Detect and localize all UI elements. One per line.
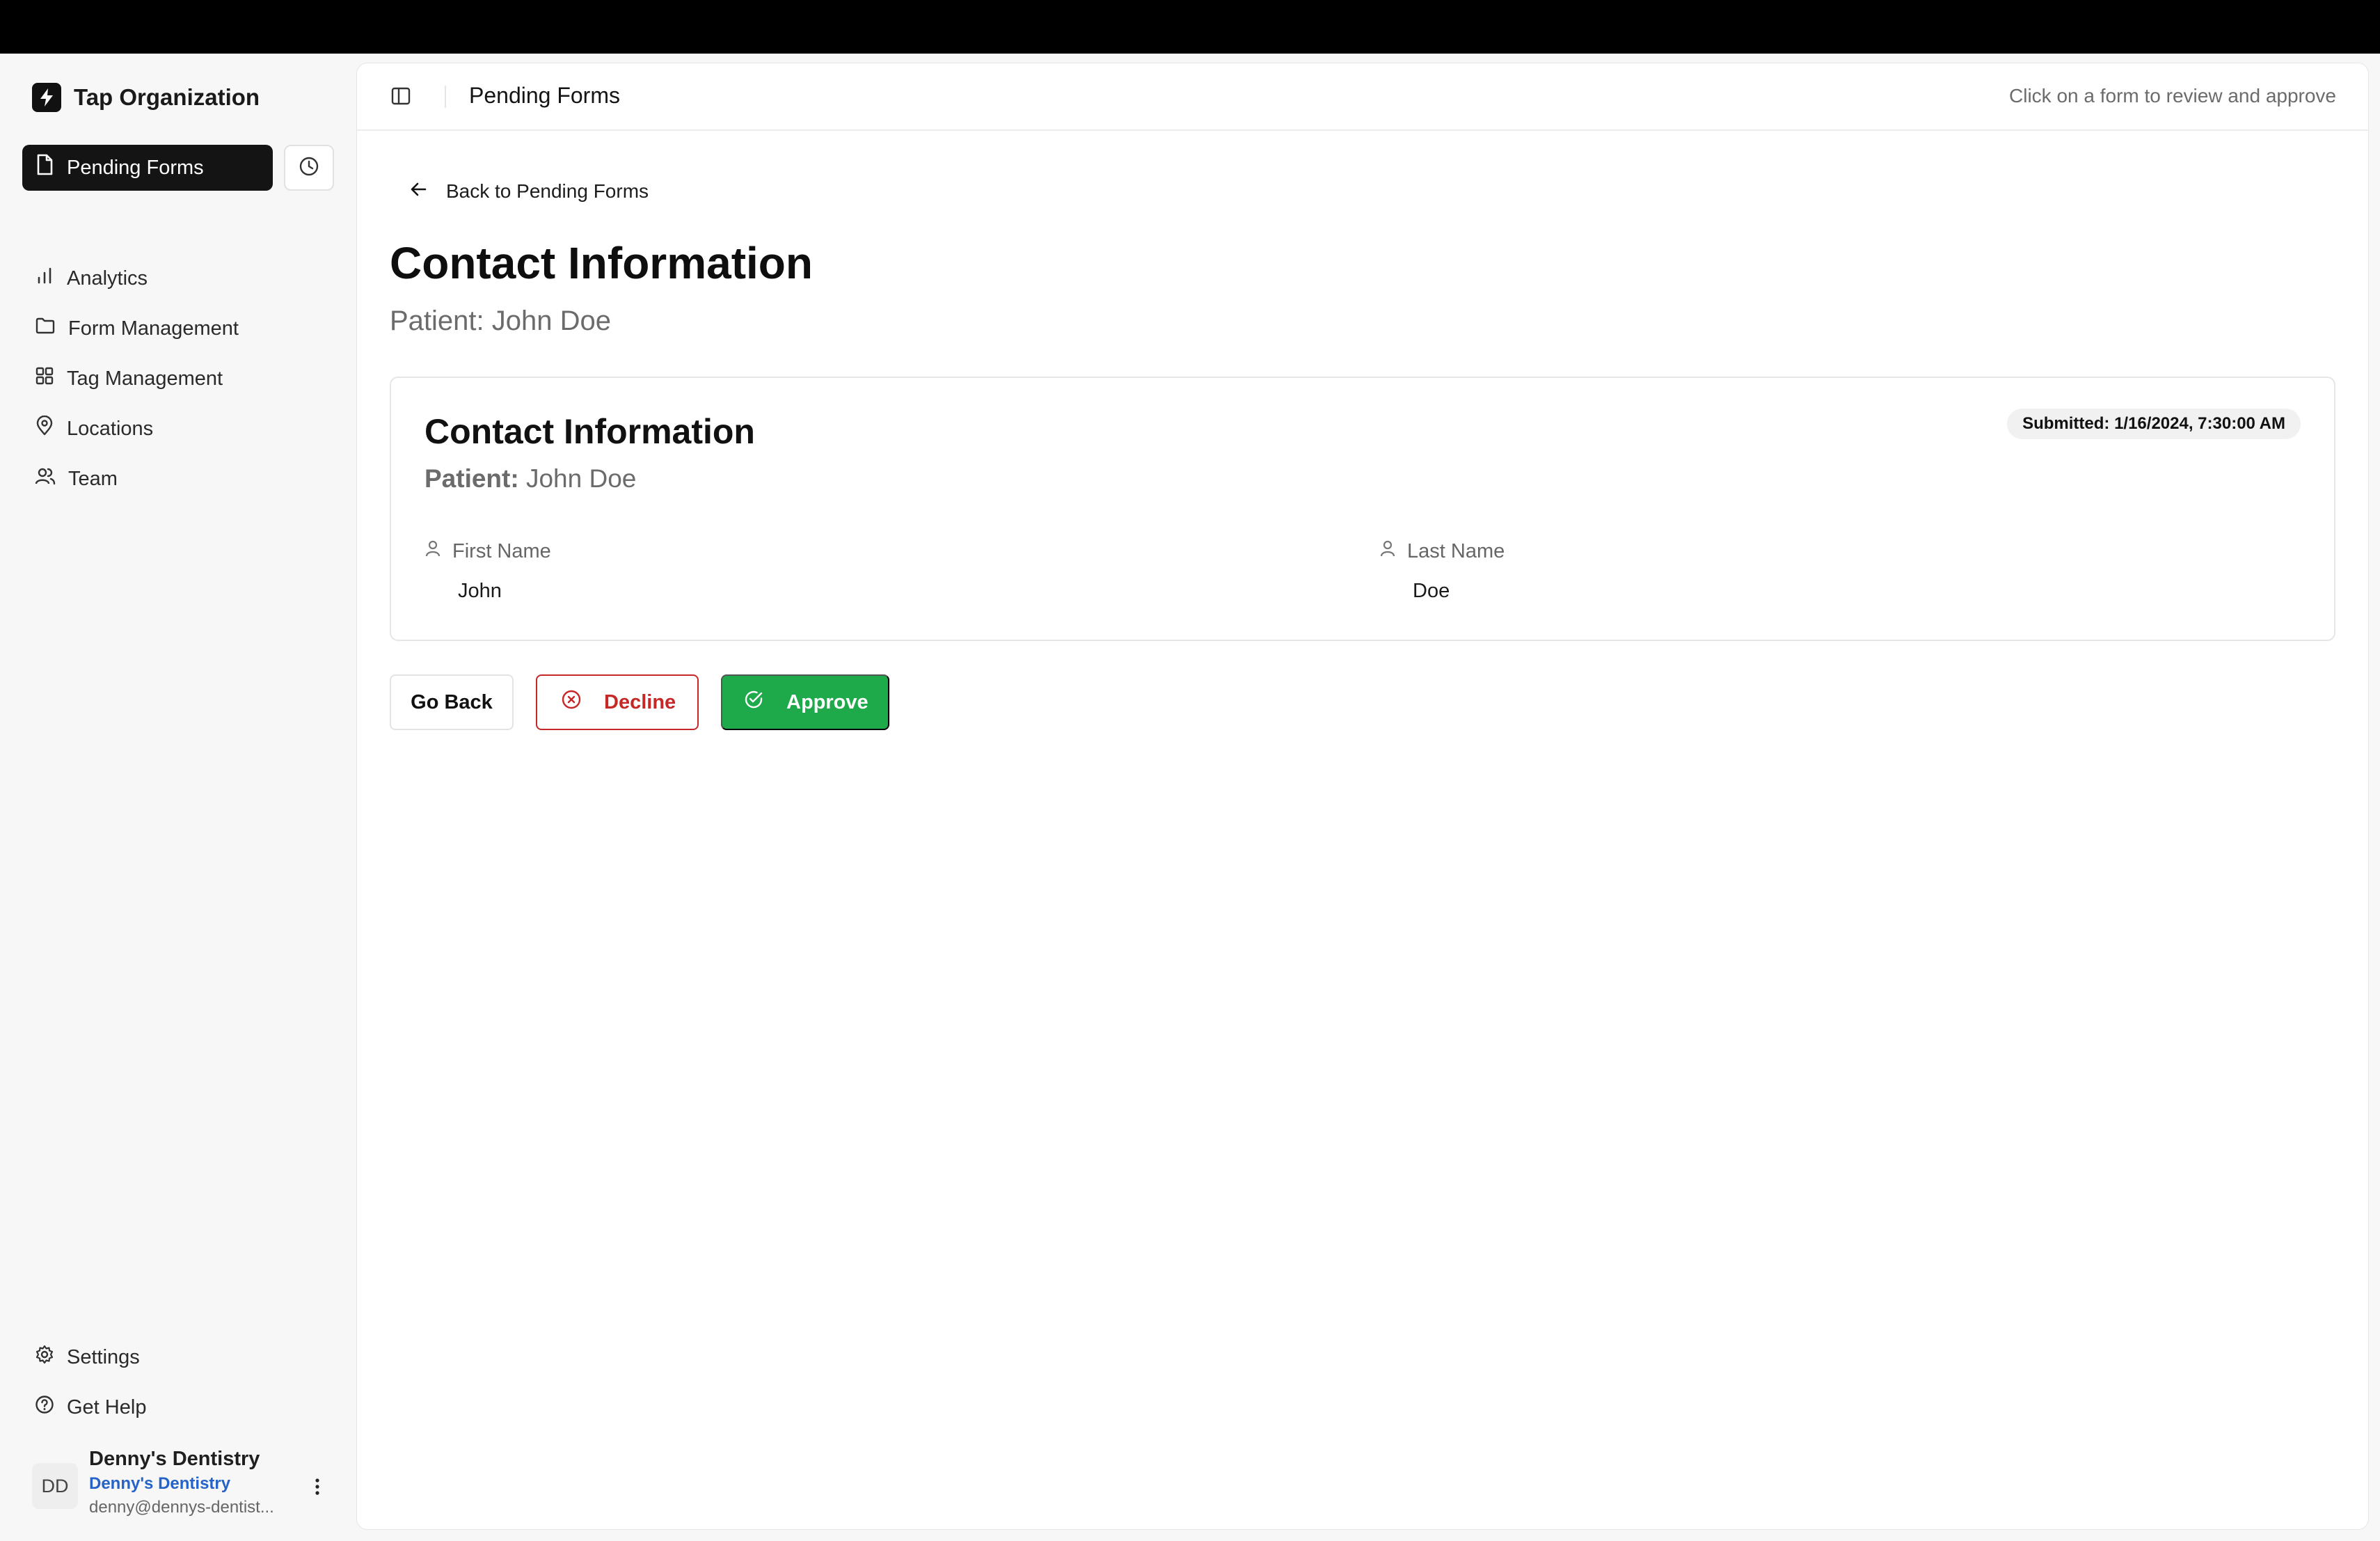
form-actions: Go Back Decline Approve bbox=[390, 674, 889, 730]
sidebar-item-label: Team bbox=[68, 467, 118, 490]
sidebar-item-label: Analytics bbox=[67, 267, 148, 290]
clock-icon bbox=[299, 156, 319, 180]
field-last-name: Last Name Doe bbox=[1379, 539, 1505, 603]
more-vertical-icon[interactable] bbox=[305, 1473, 330, 1501]
header-hint: Click on a form to review and approve bbox=[2009, 85, 2336, 106]
patient-label: Patient: bbox=[425, 464, 519, 493]
user-email: denny@dennys-dentist... bbox=[89, 1498, 274, 1517]
page-title: Contact Information bbox=[390, 238, 813, 288]
sidebar-item-get-help[interactable]: Get Help bbox=[22, 1386, 328, 1428]
gear-icon bbox=[35, 1345, 54, 1370]
file-icon bbox=[35, 154, 54, 182]
decline-label: Decline bbox=[604, 690, 676, 713]
grid-icon bbox=[35, 366, 54, 391]
top-bar: Pending Forms Click on a form to review … bbox=[357, 63, 2368, 131]
history-button[interactable] bbox=[284, 145, 334, 191]
bar-chart-icon bbox=[35, 266, 54, 291]
x-circle-icon bbox=[561, 689, 582, 716]
field-label-row: Last Name bbox=[1379, 539, 1505, 563]
brand[interactable]: Tap Organization bbox=[32, 83, 260, 112]
sidebar-item-label: Pending Forms bbox=[67, 156, 204, 179]
main-panel: Pending Forms Click on a form to review … bbox=[356, 63, 2369, 1530]
field-first-name: First Name John bbox=[425, 539, 551, 603]
user-icon bbox=[425, 539, 441, 563]
page-header-title: Pending Forms bbox=[469, 83, 620, 108]
decline-button[interactable]: Decline bbox=[536, 674, 699, 730]
field-value: Doe bbox=[1413, 580, 1450, 602]
back-to-pending-forms-link[interactable]: Back to Pending Forms bbox=[410, 180, 649, 203]
user-profile[interactable]: DD Denny's Dentistry Denny's Dentistry d… bbox=[32, 1448, 338, 1524]
sidebar-item-label: Locations bbox=[67, 417, 154, 440]
field-label: First Name bbox=[452, 539, 551, 562]
sidebar-item-label: Tag Management bbox=[67, 367, 223, 390]
user-name: Denny's Dentistry bbox=[89, 1448, 260, 1470]
divider bbox=[445, 86, 446, 108]
card-patient: Patient: John Doe bbox=[425, 464, 636, 493]
field-value: John bbox=[458, 580, 502, 602]
sidebar-item-label: Form Management bbox=[68, 317, 239, 340]
avatar: DD bbox=[32, 1463, 78, 1509]
sidebar: Tap Organization Pending Forms Analytics… bbox=[0, 54, 356, 1541]
patient-name: John Doe bbox=[525, 464, 637, 493]
back-link-label: Back to Pending Forms bbox=[446, 180, 649, 202]
sidebar-toggle-icon[interactable] bbox=[386, 81, 415, 111]
sidebar-item-team[interactable]: Team bbox=[22, 458, 328, 500]
sidebar-item-locations[interactable]: Locations bbox=[22, 408, 328, 450]
submitted-badge: Submitted: 1/16/2024, 7:30:00 AM bbox=[2007, 409, 2301, 439]
sidebar-item-settings[interactable]: Settings bbox=[22, 1336, 328, 1378]
sidebar-item-analytics[interactable]: Analytics bbox=[22, 258, 328, 299]
arrow-left-icon bbox=[410, 180, 428, 203]
brand-name: Tap Organization bbox=[74, 84, 260, 110]
sidebar-item-pending-forms[interactable]: Pending Forms bbox=[22, 145, 273, 191]
sidebar-item-tag-management[interactable]: Tag Management bbox=[22, 358, 328, 400]
check-circle-icon bbox=[743, 689, 764, 716]
user-organization[interactable]: Denny's Dentistry bbox=[89, 1474, 230, 1494]
folder-icon bbox=[35, 316, 56, 341]
sidebar-item-label: Settings bbox=[67, 1345, 140, 1368]
approve-label: Approve bbox=[786, 690, 868, 713]
map-pin-icon bbox=[35, 415, 54, 442]
sidebar-item-form-management[interactable]: Form Management bbox=[22, 308, 328, 349]
app-window: Tap Organization Pending Forms Analytics… bbox=[0, 54, 2380, 1541]
go-back-button[interactable]: Go Back bbox=[390, 674, 514, 730]
form-card: Contact Information Patient: John Doe Su… bbox=[390, 377, 2335, 641]
page-subtitle: Patient: John Doe bbox=[390, 306, 611, 336]
field-label-row: First Name bbox=[425, 539, 551, 563]
lightning-icon bbox=[32, 83, 61, 112]
users-icon bbox=[35, 466, 56, 491]
approve-button[interactable]: Approve bbox=[721, 674, 889, 730]
card-title: Contact Information bbox=[425, 412, 755, 451]
help-circle-icon bbox=[35, 1395, 54, 1420]
user-icon bbox=[1379, 539, 1396, 563]
field-label: Last Name bbox=[1407, 539, 1505, 562]
sidebar-item-label: Get Help bbox=[67, 1396, 147, 1418]
